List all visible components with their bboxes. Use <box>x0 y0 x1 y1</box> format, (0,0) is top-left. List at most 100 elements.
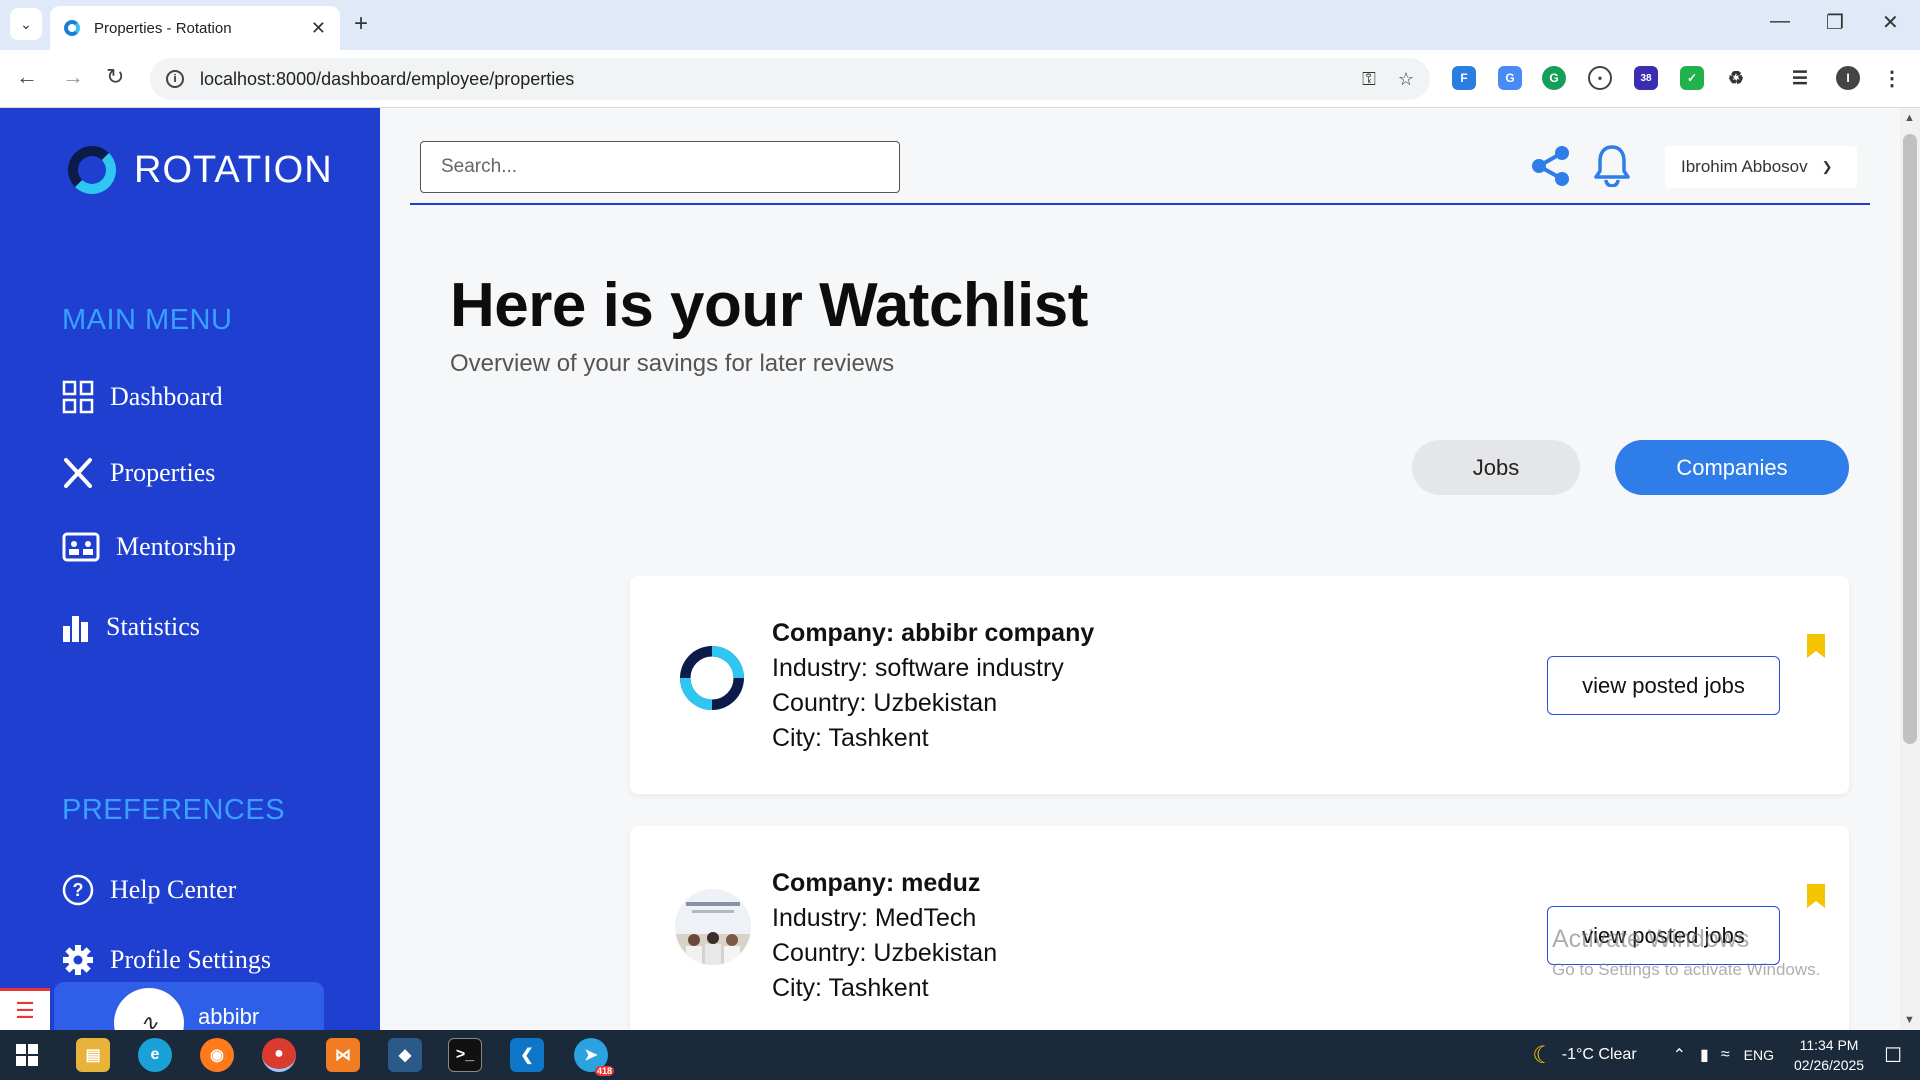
weather-moon-icon: ☾ <box>1532 1041 1554 1069</box>
sidebar-item-properties[interactable]: Properties <box>62 456 215 490</box>
back-icon[interactable]: ← <box>16 64 38 90</box>
taskbar: ▤ e ◉ ● ⋈ ◆ >_ ❮ ➤ 418 ☾ -1°C Clear ⌃ ▮ ≈… <box>0 1030 1920 1080</box>
bookmark-icon[interactable] <box>1805 882 1827 910</box>
page-subtitle: Overview of your savings for later revie… <box>450 350 895 377</box>
close-window-icon[interactable]: ✕ <box>1882 10 1899 35</box>
tab-search-button[interactable]: ⌄ <box>10 8 42 40</box>
avatar: ∿ <box>114 988 184 1030</box>
forward-icon[interactable]: → <box>62 64 84 90</box>
sidebar-item-profile-settings[interactable]: Profile Settings <box>62 944 271 976</box>
company-city: City: Tashkent <box>772 724 929 752</box>
file-explorer-icon[interactable]: ▤ <box>76 1038 110 1072</box>
language-indicator[interactable]: ENG <box>1744 1047 1774 1063</box>
grammarly-icon[interactable]: G <box>1542 66 1566 90</box>
sidebar-item-help-center[interactable]: ? Help Center <box>62 874 236 906</box>
scroll-up-icon[interactable]: ▲ <box>1904 112 1915 124</box>
notifications-icon[interactable]: ☐ <box>1884 1043 1902 1068</box>
profile-avatar[interactable]: I <box>1836 66 1860 90</box>
scroll-down-icon[interactable]: ▼ <box>1904 1014 1915 1026</box>
page-scrollbar[interactable]: ▲ ▼ <box>1900 108 1920 1030</box>
activate-windows-hint: Go to Settings to activate Windows. <box>1552 960 1821 979</box>
company-logo <box>675 889 751 965</box>
bookmark-star-icon[interactable]: ☆ <box>1398 69 1414 90</box>
rotation-favicon-icon <box>64 20 80 36</box>
git-tool-icon[interactable]: ◆ <box>388 1038 422 1072</box>
view-posted-jobs-button[interactable]: view posted jobs <box>1547 656 1780 715</box>
extension-badge-count: 38 <box>1640 72 1652 84</box>
system-tray: ☾ -1°C Clear ⌃ ▮ ≈ ENG 11:34 PM 02/26/20… <box>1532 1030 1920 1080</box>
extension-f-icon[interactable]: F <box>1452 66 1476 90</box>
brand-logo[interactable]: ROTATION <box>68 146 333 194</box>
sidebar-item-statistics[interactable]: Statistics <box>62 612 200 642</box>
password-key-icon[interactable]: ⚿ <box>1362 69 1376 90</box>
user-dropdown[interactable]: Ibrohim Abbosov ❯ <box>1665 146 1857 188</box>
bookmark-icon[interactable] <box>1805 632 1827 660</box>
company-city: City: Tashkent <box>772 974 929 1002</box>
company-country: Country: Uzbekistan <box>772 689 998 717</box>
shield-icon[interactable]: ✓ <box>1680 66 1704 90</box>
company-logo <box>680 646 744 710</box>
extension-badge-icon[interactable]: 38 <box>1634 66 1658 90</box>
mentorship-icon <box>62 532 100 562</box>
svg-text:?: ? <box>73 880 84 900</box>
main-menu-heading: MAIN MENU <box>62 304 233 336</box>
rotation-logo-icon <box>68 146 116 194</box>
extensions-puzzle-icon[interactable]: ♻ <box>1724 66 1748 90</box>
telegram-badge: 418 <box>594 1066 614 1076</box>
edge-icon[interactable]: e <box>138 1038 172 1072</box>
windows-start-icon[interactable] <box>16 1044 38 1066</box>
help-icon: ? <box>62 874 94 906</box>
chrome-icon[interactable]: ● <box>262 1038 296 1072</box>
tab-jobs[interactable]: Jobs <box>1412 440 1580 495</box>
vscode-icon[interactable]: ❮ <box>510 1038 544 1072</box>
page-title: Here is your Watchlist <box>450 271 1088 340</box>
scrollbar-thumb[interactable] <box>1903 134 1917 744</box>
sidebar-item-label: Properties <box>110 458 216 487</box>
user-card[interactable]: ∿ abbibr <box>54 982 324 1030</box>
user-card-name: abbibr <box>198 1004 260 1029</box>
company-name: Company: meduz <box>772 869 981 897</box>
sidebar-item-label: Profile Settings <box>110 945 272 974</box>
google-translate-icon[interactable]: G <box>1498 66 1522 90</box>
sidebar-item-label: Dashboard <box>110 382 223 411</box>
show-hidden-icons-icon[interactable]: ⌃ <box>1673 1045 1686 1065</box>
new-tab-button[interactable]: + <box>354 10 368 38</box>
company-info: Company: meduz Industry: MedTech Country… <box>772 866 997 1006</box>
sidebar-item-mentorship[interactable]: Mentorship <box>62 532 236 562</box>
tools-icon <box>64 458 92 488</box>
minimize-icon[interactable]: — <box>1770 10 1790 33</box>
xampp-icon[interactable]: ⋈ <box>326 1038 360 1072</box>
header-divider <box>410 203 1870 205</box>
clock-date: 02/26/2025 <box>1793 1057 1865 1073</box>
wifi-icon[interactable]: ≈ <box>1721 1046 1730 1064</box>
weather-text[interactable]: -1°C Clear <box>1562 1046 1637 1064</box>
bar-chart-icon <box>63 616 88 642</box>
clock-time: 11:34 PM <box>1799 1037 1859 1053</box>
telegram-icon[interactable]: ➤ 418 <box>574 1038 614 1076</box>
sidebar-item-label: Mentorship <box>116 532 236 561</box>
company-industry: Industry: software industry <box>772 654 1064 682</box>
clock[interactable]: 11:34 PM 02/26/2025 <box>1794 1035 1864 1075</box>
grid-icon <box>62 380 94 414</box>
extension-circle-icon[interactable]: • <box>1588 66 1612 90</box>
restore-icon[interactable]: ❐ <box>1826 10 1844 35</box>
search-input[interactable] <box>420 141 900 193</box>
browser-menu-icon[interactable]: ⋮ <box>1880 66 1904 90</box>
address-bar[interactable]: i localhost:8000/dashboard/employee/prop… <box>150 58 1430 100</box>
bell-icon[interactable] <box>1590 143 1634 187</box>
tab-companies[interactable]: Companies <box>1615 440 1849 495</box>
close-tab-icon[interactable]: ✕ <box>311 18 326 39</box>
media-control-icon[interactable]: ☰ <box>1788 66 1812 90</box>
company-name: Company: abbibr company <box>772 619 1095 647</box>
sidebar-item-dashboard[interactable]: Dashboard <box>62 380 223 414</box>
firefox-icon[interactable]: ◉ <box>200 1038 234 1072</box>
share-icon[interactable] <box>1530 145 1572 187</box>
site-info-icon[interactable]: i <box>166 70 184 88</box>
reload-icon[interactable]: ↻ <box>106 64 124 90</box>
terminal-icon[interactable]: >_ <box>448 1038 482 1072</box>
brand-name: ROTATION <box>134 148 333 191</box>
browser-tab[interactable]: Properties - Rotation ✕ <box>50 6 340 50</box>
browser-tab-bar: ⌄ Properties - Rotation ✕ + — ❐ ✕ <box>0 0 1920 50</box>
debugbar-icon[interactable]: ☰ <box>0 988 50 1030</box>
battery-icon[interactable]: ▮ <box>1700 1045 1709 1065</box>
